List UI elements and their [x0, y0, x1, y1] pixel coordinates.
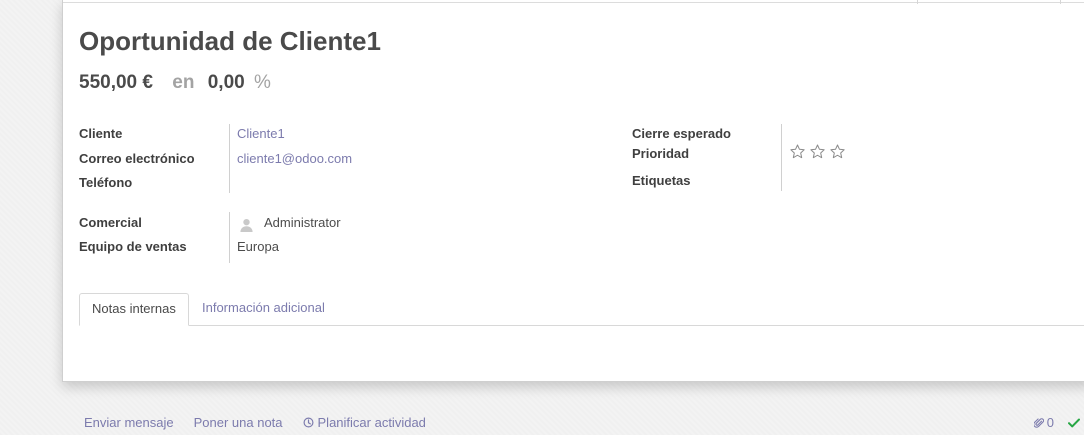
customer-label: Cliente [79, 126, 123, 141]
paperclip-icon [1033, 417, 1044, 428]
priority-widget [789, 143, 846, 160]
field-divider [229, 124, 230, 193]
star-icon[interactable] [809, 143, 826, 160]
attachments-button[interactable]: 0 [1033, 415, 1054, 430]
phone-label: Teléfono [79, 175, 133, 190]
check-icon [1068, 418, 1080, 427]
field-divider [229, 212, 230, 263]
sheet-top-border [63, 0, 1084, 4]
log-note-button[interactable]: Poner una nota [194, 415, 283, 430]
email-link[interactable]: cliente1@odoo.com [237, 151, 352, 166]
salesperson-label: Comercial [79, 215, 142, 230]
send-message-button[interactable]: Enviar mensaje [84, 415, 174, 430]
sales-team-field[interactable]: Europa [237, 239, 279, 254]
expected-revenue[interactable]: 550,00 € [79, 72, 153, 93]
opportunity-title[interactable]: Oportunidad de Cliente1 [79, 26, 381, 57]
star-icon[interactable] [789, 143, 806, 160]
attachments-count: 0 [1046, 415, 1054, 430]
probability-unit: % [253, 72, 271, 93]
sales-team-label: Equipo de ventas [79, 239, 187, 254]
salesperson-field[interactable]: Administrator [264, 215, 341, 230]
at-label: en [172, 72, 195, 93]
form-sheet: Oportunidad de Cliente1 550,00 € en 0,00… [62, 0, 1084, 382]
field-divider [781, 124, 782, 191]
schedule-activity-button[interactable]: Planificar actividad [303, 415, 426, 430]
clock-icon [303, 417, 314, 428]
schedule-activity-label: Planificar actividad [317, 415, 426, 430]
follow-button[interactable] [1068, 418, 1080, 428]
notebook-tabs: Notas internas Información adicional [79, 293, 1084, 326]
tags-label: Etiquetas [632, 173, 691, 188]
chatter-actions: Enviar mensaje Poner una nota Planificar… [84, 415, 426, 430]
divider [917, 0, 918, 4]
divider [1060, 0, 1061, 4]
email-label: Correo electrónico [79, 151, 195, 166]
tab-extra-info[interactable]: Información adicional [190, 293, 337, 326]
avatar [240, 218, 253, 232]
revenue-line: 550,00 € en 0,00 % [79, 72, 271, 94]
priority-label: Prioridad [632, 146, 690, 161]
customer-link[interactable]: Cliente1 [237, 126, 285, 141]
star-icon[interactable] [829, 143, 846, 160]
tab-internal-notes[interactable]: Notas internas [79, 293, 189, 326]
probability[interactable]: 0,00 [208, 72, 245, 93]
expected-closing-label: Cierre esperado [632, 126, 731, 141]
chatter-topbar-right: 0 [1033, 415, 1080, 430]
